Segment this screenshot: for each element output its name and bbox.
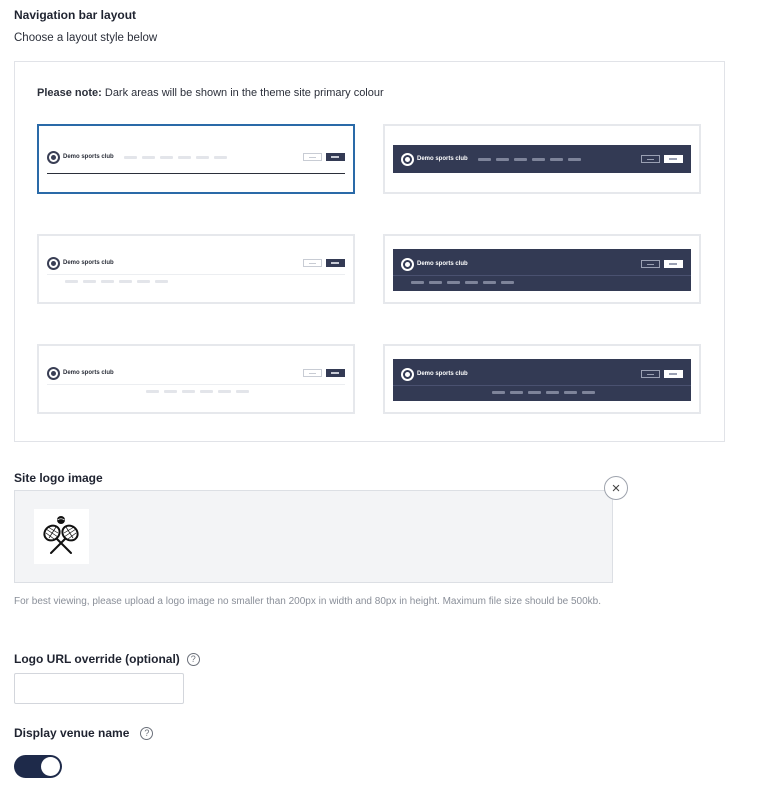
preview-logo: Demo sports club	[47, 256, 114, 270]
preview-navbar: Demo sports club	[393, 249, 691, 291]
preview-brand: Demo sports club	[63, 154, 114, 160]
club-logo-icon	[401, 257, 414, 271]
logo-url-input[interactable]	[14, 673, 184, 704]
layout-option-3[interactable]: Demo sports club	[37, 234, 355, 304]
club-logo-icon	[401, 367, 414, 381]
layout-option-2[interactable]: Demo sports club	[383, 124, 701, 194]
preview-navbar: Demo sports club	[47, 256, 345, 270]
preview-buttons	[641, 155, 683, 163]
venue-name-label-row: Display venue name ?	[14, 726, 154, 740]
preview-links	[146, 390, 249, 393]
preview-buttons	[641, 260, 683, 268]
preview-navbar: Demo sports club	[393, 359, 691, 401]
preview-brand: Demo sports club	[417, 371, 468, 377]
preview-navbar-top: Demo sports club	[401, 367, 683, 381]
note-label: Please note:	[37, 87, 102, 99]
preview-logo: Demo sports club	[401, 257, 468, 271]
preview-buttons	[641, 370, 683, 378]
logo-image-title: Site logo image	[14, 471, 103, 485]
preview-logo: Demo sports club	[401, 152, 468, 166]
layout-option-1[interactable]: Demo sports club	[37, 124, 355, 194]
close-icon: ×	[611, 479, 621, 497]
tennis-rackets-icon	[43, 516, 79, 554]
preview-links	[123, 155, 227, 159]
logo-url-label-row: Logo URL override (optional) ?	[14, 652, 200, 666]
preview-buttons	[303, 153, 345, 161]
note-text: Dark areas will be shown in the theme si…	[101, 87, 384, 99]
venue-name-label: Display venue name	[14, 726, 130, 740]
preview-divider	[47, 274, 345, 275]
layout-option-6[interactable]: Demo sports club	[383, 344, 701, 414]
remove-logo-button[interactable]: ×	[604, 476, 628, 500]
preview-links	[411, 281, 514, 284]
preview-links	[477, 157, 581, 161]
preview-logo: Demo sports club	[47, 150, 114, 164]
preview-navbar: Demo sports club	[47, 366, 345, 380]
nav-layout-panel: Please note: Dark areas will be shown in…	[14, 61, 725, 442]
preview-brand: Demo sports club	[417, 261, 468, 267]
preview-divider	[47, 384, 345, 385]
logo-upload-area[interactable]	[14, 490, 613, 583]
club-logo-icon	[47, 256, 60, 270]
club-logo-icon	[401, 152, 414, 166]
preview-divider	[393, 275, 691, 276]
preview-underline	[47, 173, 345, 174]
nav-layout-note: Please note: Dark areas will be shown in…	[37, 87, 384, 99]
help-icon[interactable]: ?	[186, 652, 200, 666]
preview-divider	[393, 385, 691, 386]
preview-buttons	[303, 259, 345, 267]
nav-layout-title: Navigation bar layout	[14, 8, 137, 22]
preview-logo: Demo sports club	[401, 367, 468, 381]
club-logo-icon	[47, 150, 60, 164]
preview-buttons	[303, 369, 345, 377]
logo-url-label: Logo URL override (optional)	[14, 652, 180, 666]
preview-links	[492, 391, 595, 394]
logo-hint: For best viewing, please upload a logo i…	[14, 596, 602, 607]
preview-links	[65, 280, 168, 283]
logo-thumbnail	[34, 509, 89, 564]
preview-navbar: Demo sports club	[47, 150, 345, 164]
preview-navbar: Demo sports club	[393, 145, 691, 173]
preview-brand: Demo sports club	[63, 370, 114, 376]
toggle-knob	[41, 757, 60, 776]
nav-layout-subtitle: Choose a layout style below	[14, 32, 158, 44]
venue-name-toggle[interactable]	[14, 755, 62, 778]
preview-logo: Demo sports club	[47, 366, 114, 380]
layout-option-4[interactable]: Demo sports club	[383, 234, 701, 304]
layout-option-5[interactable]: Demo sports club	[37, 344, 355, 414]
preview-navbar-top: Demo sports club	[401, 257, 683, 271]
help-icon[interactable]: ?	[140, 726, 154, 740]
club-logo-icon	[47, 366, 60, 380]
preview-brand: Demo sports club	[63, 260, 114, 266]
preview-brand: Demo sports club	[417, 156, 468, 162]
